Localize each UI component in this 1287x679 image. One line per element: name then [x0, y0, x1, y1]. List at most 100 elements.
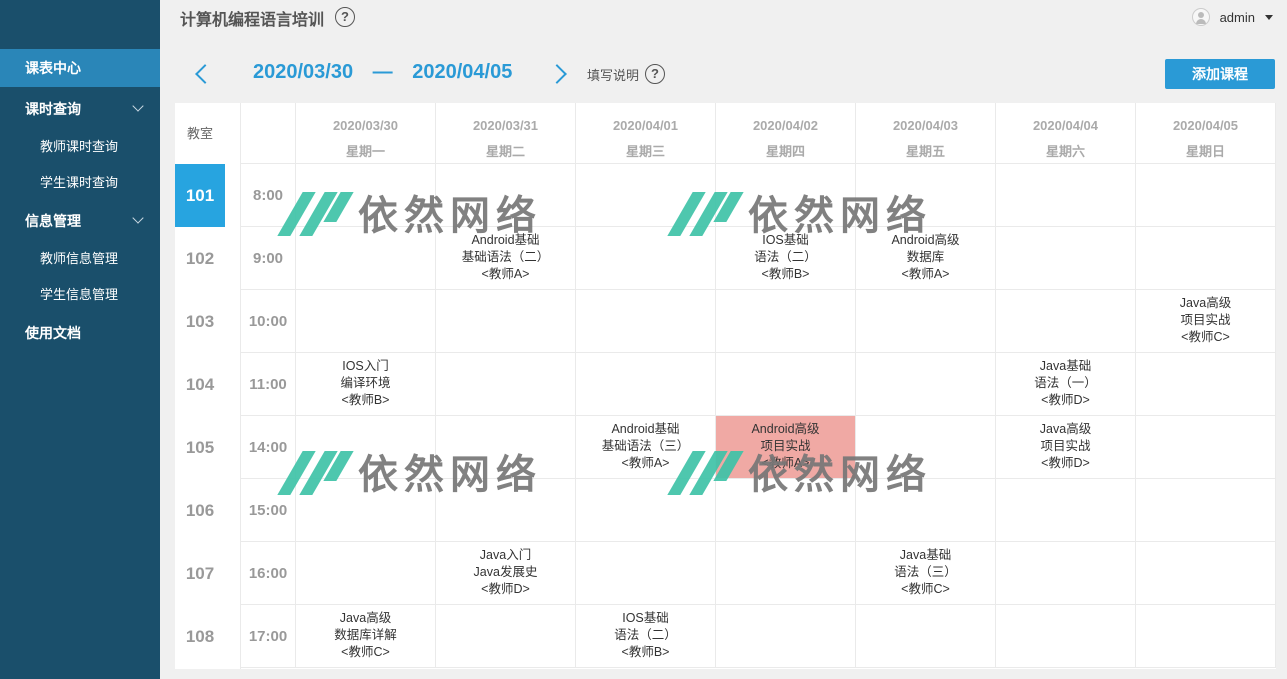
schedule-cell[interactable] [856, 416, 996, 479]
schedule-cell[interactable] [996, 290, 1136, 353]
schedule-cell[interactable] [1136, 542, 1276, 605]
course-teacher: <教师A> [901, 267, 950, 281]
sidebar-item-teacher-hours[interactable]: 教师课时查询 [0, 130, 160, 164]
course-topic: 语法（一） [1034, 376, 1097, 390]
schedule-cell[interactable] [716, 290, 856, 353]
course-teacher: <教师D> [1041, 393, 1090, 407]
day-header: 2020/04/03 星期五 [856, 103, 996, 164]
schedule-cell[interactable] [1136, 605, 1276, 668]
schedule-cell[interactable] [436, 290, 576, 353]
time-slot: 10:00 [241, 290, 296, 353]
schedule-cell[interactable] [856, 290, 996, 353]
course-teacher: <教师C> [341, 645, 390, 659]
schedule-cell[interactable] [436, 605, 576, 668]
help-icon[interactable]: ? [645, 64, 665, 84]
course-entry[interactable]: Java高级 数据库详解 <教师C> [296, 605, 436, 668]
course-topic: 语法（二） [614, 628, 677, 642]
schedule-cell[interactable] [576, 353, 716, 416]
prev-week-button[interactable] [190, 62, 212, 86]
course-name: IOS基础 [622, 611, 669, 625]
course-entry[interactable]: Java基础 语法（一） <教师D> [996, 353, 1136, 416]
date-range: 2020/03/30 — 2020/04/05 [253, 61, 512, 84]
course-entry[interactable]: Java基础 语法（三） <教师C> [856, 542, 996, 605]
sidebar-item-student-info[interactable]: 学生信息管理 [0, 278, 160, 312]
schedule-cell[interactable] [296, 164, 436, 227]
schedule-cell[interactable] [996, 479, 1136, 542]
schedule-cell[interactable] [1136, 227, 1276, 290]
schedule-cell[interactable] [576, 227, 716, 290]
course-entry[interactable]: Java高级 项目实战 <教师D> [996, 416, 1136, 479]
room-cell[interactable]: 105 [175, 416, 225, 479]
schedule-cell[interactable] [576, 290, 716, 353]
schedule-cell[interactable] [856, 164, 996, 227]
course-name: Android高级 [751, 422, 820, 436]
course-name: Java高级 [339, 611, 392, 625]
schedule-cell[interactable] [296, 479, 436, 542]
schedule-cell[interactable] [1136, 479, 1276, 542]
schedule-cell[interactable] [856, 605, 996, 668]
schedule-cell[interactable] [716, 605, 856, 668]
user-menu[interactable]: admin [1191, 8, 1273, 26]
course-name: Java入门 [479, 548, 532, 562]
schedule-cell[interactable] [576, 542, 716, 605]
room-cell[interactable]: 107 [175, 542, 225, 605]
room-cell[interactable]: 104 [175, 353, 225, 416]
room-cell[interactable]: 101 [175, 164, 225, 227]
time-slot: 17:00 [241, 605, 296, 668]
course-entry[interactable]: IOS入门 编译环境 <教师B> [296, 353, 436, 416]
schedule-cell[interactable] [296, 416, 436, 479]
sidebar: 课表中心 课时查询 教师课时查询 学生课时查询 信息管理 教师信息管理 学生信息… [0, 0, 160, 679]
schedule-cell[interactable] [996, 542, 1136, 605]
schedule-cell[interactable] [716, 353, 856, 416]
schedule-cell[interactable] [296, 290, 436, 353]
schedule-cell[interactable] [716, 479, 856, 542]
sidebar-item-teacher-info[interactable]: 教师信息管理 [0, 242, 160, 276]
schedule-cell[interactable] [1136, 353, 1276, 416]
course-entry[interactable]: Android基础 基础语法（二） <教师A> [436, 227, 576, 290]
room-cell[interactable]: 108 [175, 605, 225, 668]
day-weekday: 星期一 [345, 144, 385, 159]
schedule-cell[interactable] [716, 164, 856, 227]
sidebar-item-label: 课表中心 [25, 60, 81, 76]
schedule-cell[interactable] [436, 479, 576, 542]
schedule-cell[interactable] [436, 353, 576, 416]
sidebar-item-info-management[interactable]: 信息管理 [0, 202, 160, 240]
week-end: 2020/04/05 [412, 61, 513, 83]
sidebar-item-label: 教师课时查询 [40, 139, 119, 154]
course-entry[interactable]: Android高级 项目实战 <教师A> [716, 416, 856, 479]
day-weekday: 星期四 [765, 144, 805, 159]
day-weekday: 星期六 [1045, 144, 1085, 159]
schedule-cell[interactable] [436, 164, 576, 227]
course-teacher: <教师A> [621, 456, 670, 470]
sidebar-item-student-hours[interactable]: 学生课时查询 [0, 166, 160, 200]
course-entry[interactable]: Android高级 数据库 <教师A> [856, 227, 996, 290]
sidebar-item-docs[interactable]: 使用文档 [0, 314, 160, 352]
course-entry[interactable]: IOS基础 语法（二） <教师B> [576, 605, 716, 668]
add-course-button[interactable]: 添加课程 [1165, 59, 1275, 89]
schedule-cell[interactable] [856, 479, 996, 542]
room-cell[interactable]: 102 [175, 227, 225, 290]
help-icon[interactable]: ? [335, 7, 355, 27]
schedule-cell[interactable] [576, 164, 716, 227]
schedule-cell[interactable] [296, 227, 436, 290]
schedule-cell[interactable] [996, 227, 1136, 290]
schedule-cell[interactable] [996, 164, 1136, 227]
course-entry[interactable]: IOS基础 语法（二） <教师B> [716, 227, 856, 290]
course-entry[interactable]: Java高级 项目实战 <教师C> [1136, 290, 1276, 353]
sidebar-item-hours-query[interactable]: 课时查询 [0, 90, 160, 128]
schedule-cell[interactable] [576, 479, 716, 542]
schedule-cell[interactable] [716, 542, 856, 605]
schedule-cell[interactable] [1136, 416, 1276, 479]
sidebar-item-schedule-center[interactable]: 课表中心 [0, 49, 160, 87]
schedule-cell[interactable] [1136, 164, 1276, 227]
schedule-cell[interactable] [856, 353, 996, 416]
course-entry[interactable]: Java入门 Java发展史 <教师D> [436, 542, 576, 605]
next-week-button[interactable] [550, 62, 572, 86]
schedule-cell[interactable] [296, 542, 436, 605]
course-entry[interactable]: Android基础 基础语法（三） <教师A> [576, 416, 716, 479]
room-cell[interactable]: 103 [175, 290, 225, 353]
schedule-cell[interactable] [436, 416, 576, 479]
fill-instructions-link[interactable]: 填写说明 [587, 65, 639, 84]
room-cell[interactable]: 106 [175, 479, 225, 542]
schedule-cell[interactable] [996, 605, 1136, 668]
